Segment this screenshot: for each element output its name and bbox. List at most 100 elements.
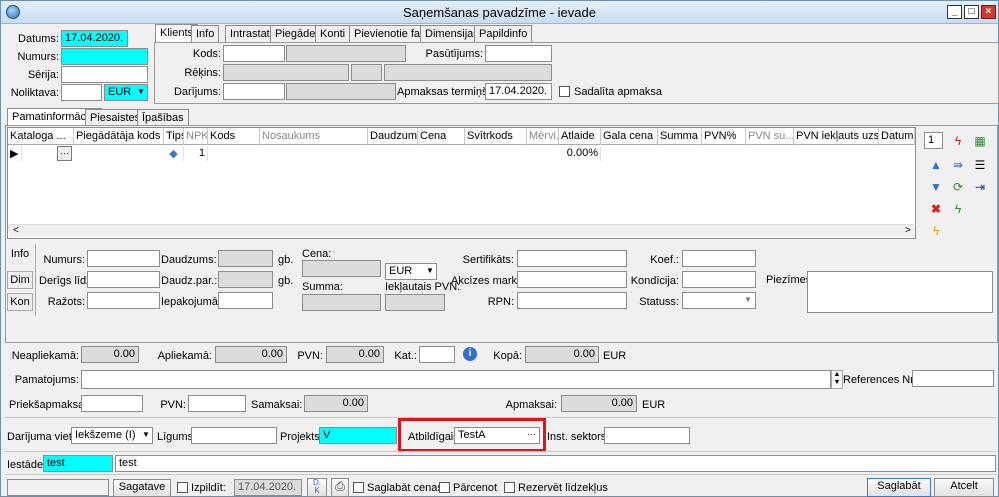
- projekts-field[interactable]: V: [319, 427, 397, 444]
- arrow-down-icon[interactable]: ▼: [929, 180, 943, 194]
- kods-field[interactable]: [223, 45, 285, 62]
- green-lightning-icon[interactable]: ϟ: [951, 202, 965, 216]
- col-svitrkods[interactable]: Svītrkods: [465, 128, 527, 145]
- inst-sektors-field[interactable]: [604, 427, 690, 444]
- iestade-code-field[interactable]: test: [43, 455, 113, 472]
- col-datums[interactable]: Datums: [879, 128, 915, 145]
- apmaksai-label: Apmaksai:: [505, 399, 557, 411]
- col-npk[interactable]: NPK: [184, 128, 208, 145]
- col-summa[interactable]: Summa: [658, 128, 702, 145]
- side-tab-dim[interactable]: Dim: [7, 271, 33, 289]
- noliktava-field[interactable]: [61, 84, 102, 101]
- col-atlaide[interactable]: Atlaide: [559, 128, 601, 145]
- det-summa-label: Summa:: [302, 281, 343, 293]
- maximize-icon[interactable]: □: [964, 5, 979, 19]
- statuss-chevron-icon[interactable]: ▼: [743, 295, 753, 304]
- atcelt-button[interactable]: Atcelt: [934, 478, 994, 497]
- list-sort-icon[interactable]: ☰: [973, 158, 987, 172]
- ellipsis-icon[interactable]: ···: [57, 146, 72, 161]
- rpn-field[interactable]: [517, 292, 627, 309]
- items-grid[interactable]: Kataloga ... Piegādātāja kods Tips NPK K…: [7, 127, 916, 239]
- izpildit-date-field: 17.04.2020.: [234, 479, 302, 496]
- kondicija-field[interactable]: [682, 271, 756, 288]
- tab-konti[interactable]: Konti: [315, 25, 351, 42]
- saglabat-button[interactable]: Saglabāt: [867, 478, 931, 497]
- col-kods[interactable]: Kods: [208, 128, 260, 145]
- piezimes-field[interactable]: [807, 271, 993, 313]
- references-field[interactable]: [912, 370, 994, 387]
- col-cena[interactable]: Cena: [418, 128, 465, 145]
- col-gala-cena[interactable]: Gala cena: [601, 128, 658, 145]
- saglabat-cenas-checkbox[interactable]: [353, 482, 364, 493]
- yellow-lightning-icon[interactable]: ϟ: [929, 224, 943, 238]
- col-kataloga[interactable]: Kataloga ...: [8, 128, 74, 145]
- col-mervieniba[interactable]: Mērvi...: [527, 128, 559, 145]
- rezervet-checkbox[interactable]: [504, 482, 515, 493]
- pasutijums-field[interactable]: [485, 45, 552, 62]
- kopa-field: 0.00: [525, 346, 599, 363]
- arrow-up-icon[interactable]: ▲: [929, 158, 943, 172]
- det-summa-field: [302, 294, 381, 311]
- tab-info[interactable]: Info: [191, 25, 220, 42]
- col-pvn-summa[interactable]: PVN su...: [746, 128, 794, 145]
- scroll-left-icon[interactable]: <: [13, 225, 19, 236]
- excel-icon[interactable]: ▦: [973, 134, 987, 148]
- close-icon[interactable]: ×: [981, 5, 996, 19]
- refresh-icon[interactable]: ⟳: [951, 180, 965, 194]
- akcizes-marka-field[interactable]: [517, 271, 627, 288]
- scroll-right-icon[interactable]: >: [905, 225, 911, 236]
- col-pvn-ieklauts[interactable]: PVN iekļauts uzsk...: [794, 128, 879, 145]
- horizontal-scrollbar[interactable]: < >: [9, 224, 914, 237]
- apmaksas-termins-field[interactable]: 17.04.2020.: [485, 83, 552, 100]
- tab-ipasibas[interactable]: Īpašības: [137, 109, 189, 126]
- calendar-icon[interactable]: D. K: [307, 478, 327, 497]
- derigs-lidz-field[interactable]: [87, 271, 160, 288]
- serija-field[interactable]: [61, 66, 148, 83]
- minimize-icon[interactable]: _: [947, 5, 962, 19]
- info-icon[interactable]: i: [463, 347, 477, 361]
- side-tab-kon[interactable]: Kon: [7, 293, 33, 311]
- det-currency-chevron-icon[interactable]: ▼: [425, 266, 435, 275]
- tab-intrastat[interactable]: Intrastat: [225, 25, 275, 42]
- sertifikats-field[interactable]: [517, 250, 627, 267]
- import-icon[interactable]: ⇥: [973, 180, 987, 194]
- koef-field[interactable]: [682, 250, 756, 267]
- razots-field[interactable]: [87, 292, 160, 309]
- move-right-icon[interactable]: ⇛: [951, 158, 965, 172]
- tab-piegade[interactable]: Piegāde: [270, 25, 321, 42]
- col-tips[interactable]: Tips: [164, 128, 184, 145]
- kat-field[interactable]: [419, 346, 455, 363]
- col-daudzums[interactable]: Daudzums: [368, 128, 418, 145]
- chevron-down-icon[interactable]: ▼: [136, 87, 146, 96]
- det-numurs-field[interactable]: [87, 250, 160, 267]
- parcenot-checkbox[interactable]: [439, 482, 450, 493]
- iepakojuma-field[interactable]: [218, 292, 273, 309]
- page-field[interactable]: 1: [924, 132, 943, 149]
- darijums-name-field: [286, 83, 396, 100]
- sagatave-button[interactable]: Sagatave: [113, 479, 171, 497]
- det-daudzums-label: Daudzums:: [161, 254, 217, 266]
- window: Saņemšanas pavadzīme - ievade _ □ × Datu…: [0, 0, 999, 497]
- sadalita-apmaksa-checkbox[interactable]: [559, 86, 570, 97]
- col-piegadataja-kods[interactable]: Piegādātāja kods: [74, 128, 164, 145]
- pamatojums-scroll-icon[interactable]: ▲ ▼: [831, 370, 843, 389]
- col-pvn-proc[interactable]: PVN%: [702, 128, 746, 145]
- priekšapmaksa-field[interactable]: [81, 395, 143, 412]
- delete-icon[interactable]: ✖: [929, 202, 943, 216]
- rezervet-label: Rezervēt līdzekļus: [518, 482, 608, 494]
- side-tab-info[interactable]: Info: [7, 246, 33, 264]
- koef-label: Koef.:: [650, 254, 679, 266]
- datums-field[interactable]: 17.04.2020.: [61, 30, 128, 47]
- numurs-field[interactable]: [61, 48, 148, 65]
- pamatojums-field[interactable]: [81, 370, 831, 389]
- darijuma-vieta-chevron-icon[interactable]: ▼: [141, 430, 151, 439]
- tab-papildinfo[interactable]: Papildinfo: [474, 25, 533, 42]
- darijums-field[interactable]: [223, 83, 285, 100]
- col-nosaukums[interactable]: Nosaukums: [260, 128, 368, 145]
- ligums-field[interactable]: [191, 427, 277, 444]
- print-icon[interactable]: ⎙: [331, 478, 349, 497]
- pvn2-field[interactable]: [188, 395, 246, 412]
- lightning-icon[interactable]: ϟ: [951, 134, 965, 148]
- izpildit-checkbox[interactable]: [177, 482, 188, 493]
- row-npk: 1: [184, 146, 208, 161]
